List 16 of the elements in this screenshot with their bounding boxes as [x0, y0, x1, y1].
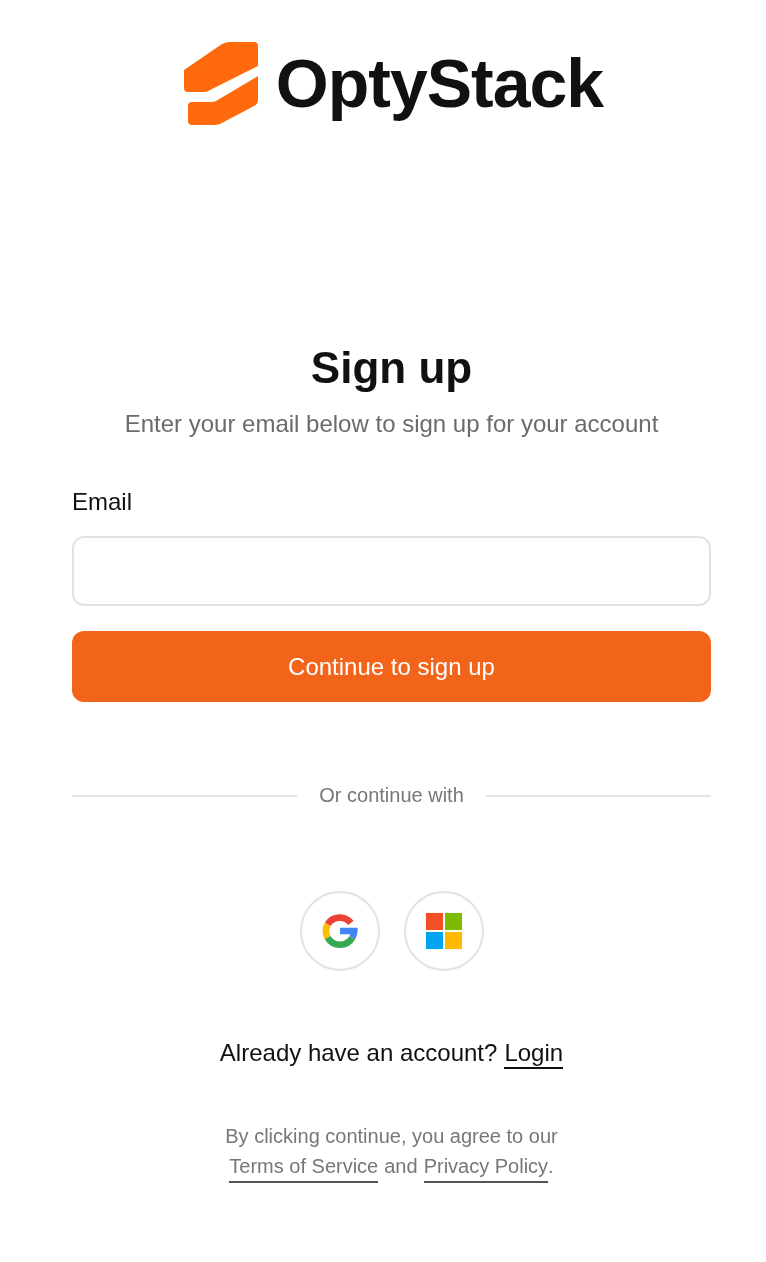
privacy-link[interactable]: Privacy Policy: [423, 1151, 549, 1183]
legal-period: .: [548, 1154, 554, 1179]
legal-text: By clicking continue, you agree to our: [225, 1124, 558, 1149]
continue-button[interactable]: Continue to sign up: [72, 631, 711, 702]
four-squares-icon: [424, 912, 463, 950]
terms-link[interactable]: Terms of Service: [229, 1151, 379, 1183]
field-label: Email: [72, 488, 132, 516]
login-prompt: Already have an account?: [219, 1039, 498, 1068]
login-link[interactable]: Login: [504, 1039, 564, 1069]
email-field[interactable]: [72, 536, 711, 606]
g-logo-icon: [320, 912, 359, 950]
divider-label: Or continue with: [319, 784, 464, 807]
subtitle: Enter your email below to sign up for your account: [124, 410, 659, 438]
legal-joiner: and: [384, 1154, 418, 1179]
page-title: Sign up: [310, 342, 473, 394]
brand-name: OptyStack: [275, 44, 604, 122]
